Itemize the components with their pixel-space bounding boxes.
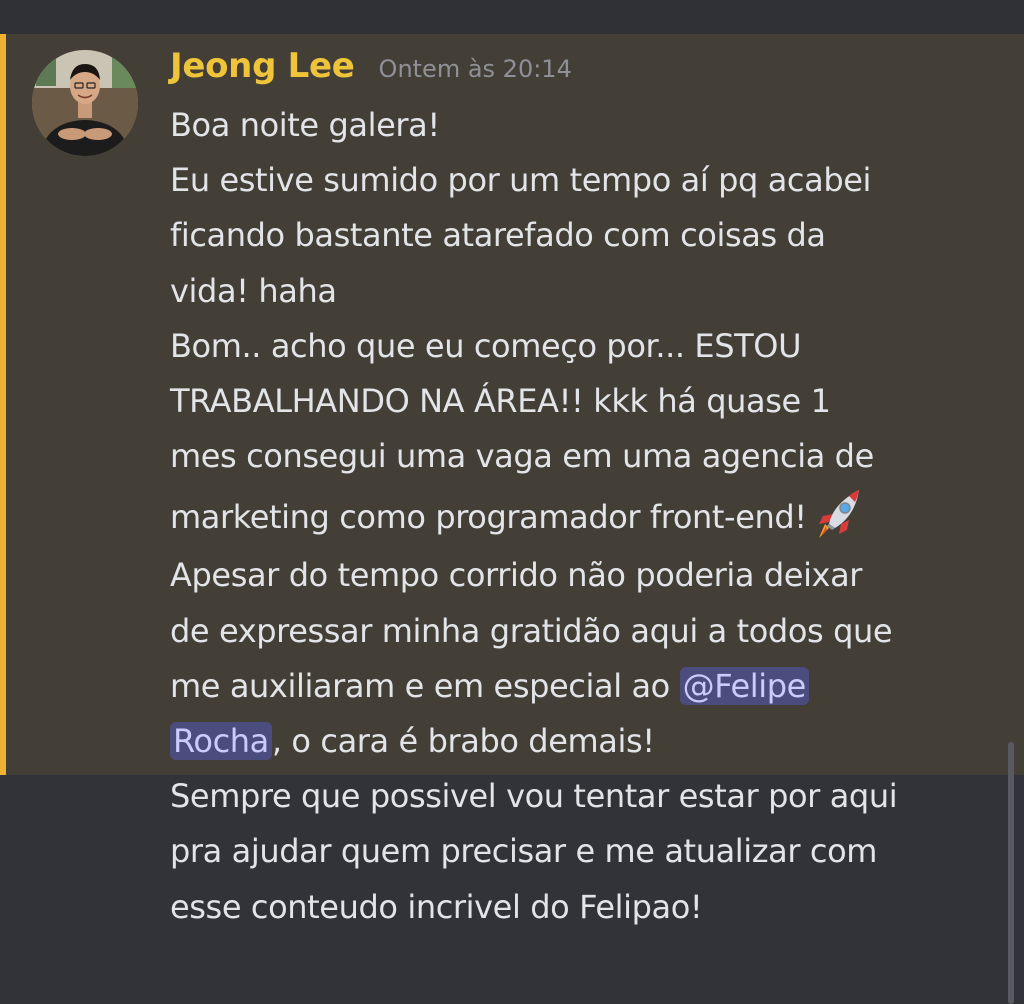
message-line: Eu estive sumido por um tempo aí pq acab…	[170, 161, 872, 200]
message-timestamp[interactable]: Ontem às 20:14	[379, 55, 572, 83]
message-header: Jeong Lee Ontem às 20:14	[170, 46, 572, 86]
message-line: Sempre que possivel vou tentar estar por…	[170, 777, 898, 816]
message-line-with-emoji: marketing como programador front-end!	[170, 484, 1010, 548]
message-line-text: marketing como programador front-end!	[170, 498, 807, 537]
message-line: vida! haha	[170, 271, 337, 310]
message-line-with-mention: Rocha, o cara é brabo demais!	[170, 714, 1010, 769]
message-line: pra ajudar quem precisar e me atualizar …	[170, 832, 878, 871]
message-line: Apesar do tempo corrido não poderia deix…	[170, 556, 863, 595]
message-line: Boa noite galera!	[170, 106, 440, 144]
message-line-with-mention: me auxiliaram e em especial ao @Felipe	[170, 659, 1010, 714]
author-name[interactable]: Jeong Lee	[170, 46, 355, 86]
avatar[interactable]	[32, 50, 138, 156]
message-content: Boa noite galera! Eu estive sumido por u…	[170, 98, 1010, 935]
message-line-text: me auxiliaram e em especial ao	[170, 666, 680, 705]
user-mention[interactable]: Rocha	[170, 722, 272, 761]
message-line: TRABALHANDO NA ÁREA!! kkk há quase 1	[170, 382, 831, 421]
message-line: Bom.. acho que eu começo por... ESTOU	[170, 326, 802, 365]
message-line: mes consegui uma vaga em uma agencia de	[170, 437, 874, 476]
message-line: esse conteudo incrivel do Felipao!	[170, 887, 703, 926]
previous-message-area	[0, 0, 1024, 34]
message-line: ficando bastante atarefado com coisas da	[170, 216, 826, 255]
message-line: de expressar minha gratidão aqui a todos…	[170, 611, 893, 650]
user-mention[interactable]: @Felipe	[679, 666, 809, 705]
scrollbar[interactable]	[1008, 742, 1014, 1004]
mention-highlight-bar	[0, 34, 6, 775]
rocket-emoji-icon	[815, 484, 867, 540]
message-line-text: , o cara é brabo demais!	[271, 722, 655, 761]
